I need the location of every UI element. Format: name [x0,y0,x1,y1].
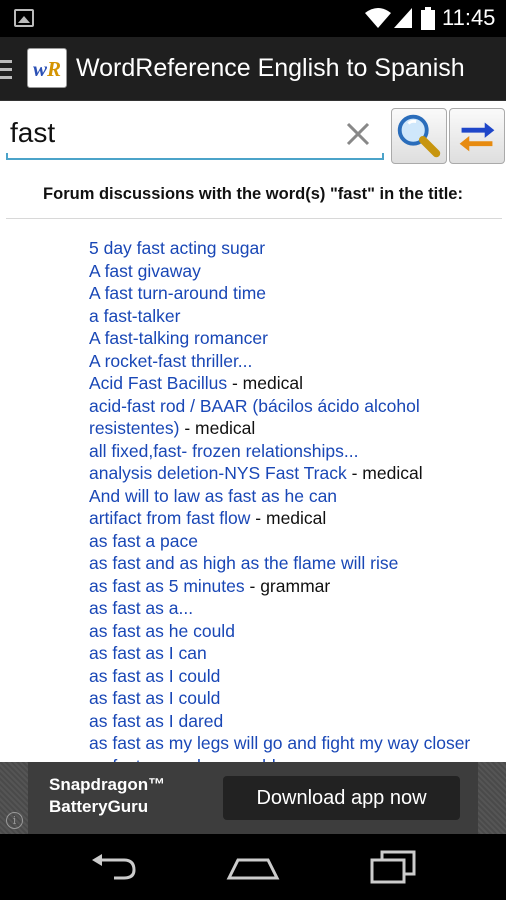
wifi-icon [365,8,391,28]
forum-list-item: as fast and as high as the flame will ri… [89,552,501,575]
recent-apps-icon[interactable] [370,850,416,884]
forum-thread-link[interactable]: as fast as he could [89,621,235,641]
forum-list-item: as fast as my legs will go and fight my … [89,732,501,755]
forum-list-item: Acid Fast Bacillus - medical [89,372,501,395]
forum-list-item: artifact from fast flow - medical [89,507,501,530]
forum-thread-link[interactable]: all fixed,fast- frozen relationships... [89,441,358,461]
forum-list-item: as fast as he could [89,620,501,643]
forum-list-item: as fast as a... [89,597,501,620]
forum-thread-link[interactable]: A fast turn-around time [89,283,266,303]
forum-thread-link[interactable]: as fast as I can [89,643,207,663]
forum-list-item: A fast-talking romancer [89,327,501,350]
forum-thread-link[interactable]: as fast as I dared [89,711,223,731]
search-input[interactable] [10,115,286,151]
forum-list-item: as fast as I could [89,665,501,688]
forum-list-item: as fast as 5 minutes - grammar [89,575,501,598]
forum-list-item: And will to law as fast as he can [89,485,501,508]
ad-info-icon[interactable]: i [6,812,23,829]
forum-list-item: as fast a pace [89,530,501,553]
search-button[interactable] [391,108,447,164]
forum-list-item: acid-fast rod / BAAR (bácilos ácido alco… [89,395,501,440]
status-bar: 11:45 [0,0,506,37]
forum-list-item: a fast-talker [89,305,501,328]
forum-category-tag: - medical [227,373,303,393]
forum-heading: Forum discussions with the word(s) "fast… [43,185,463,203]
forum-thread-link[interactable]: And will to law as fast as he can [89,486,337,506]
forum-thread-link[interactable]: as fast as my legs will go and fight my … [89,733,470,753]
forum-list-item: A rocket-fast thriller... [89,350,501,373]
app-title: WordReference English to Spanish [76,54,465,82]
ad-brand: Snapdragon™ BatteryGuru [49,775,166,816]
forum-thread-link[interactable]: as fast as I could [89,688,220,708]
signal-icon [394,8,412,28]
swap-language-button[interactable] [449,108,505,164]
forum-thread-link[interactable]: artifact from fast flow [89,508,250,528]
forum-category-tag: - grammar [244,575,331,596]
forum-thread-link[interactable]: as fast and as high as the flame will ri… [89,553,398,573]
download-app-button[interactable]: Download app now [223,776,460,820]
forum-thread-link[interactable]: as fast as 5 minutes [89,576,245,596]
forum-thread-link[interactable]: a fast-talker [89,306,180,326]
search-underline [6,153,384,160]
search-bar [0,101,506,171]
home-icon[interactable] [226,852,280,882]
clock: 11:45 [442,5,496,30]
magnifier-icon [397,114,441,158]
forum-list-item: as fast as I can [89,642,501,665]
forum-thread-link[interactable]: as fast as a... [89,598,193,618]
gallery-icon [14,9,34,27]
action-bar: wR WordReference English to Spanish [0,37,506,101]
forum-thread-link[interactable]: A fast givaway [89,261,201,281]
forum-list-item: 5 day fast acting sugar [89,237,501,260]
swap-arrows-icon [459,122,495,152]
forum-thread-link[interactable]: A rocket-fast thriller... [89,351,252,371]
navigation-bar [0,834,506,900]
forum-thread-link[interactable]: 5 day fast acting sugar [89,238,265,258]
forum-category-tag: - medical [346,463,423,483]
divider [6,218,502,219]
forum-list-item: as fast as I dared [89,710,501,733]
forum-category-tag: - medical [179,418,256,438]
forum-thread-link[interactable]: A fast-talking romancer [89,328,268,348]
forum-list-item: A fast turn-around time [89,282,501,305]
forum-thread-link[interactable]: as fast a pace [89,531,198,551]
forum-list-item: A fast givaway [89,260,501,283]
forum-list-item: as fast as my legs could [89,755,501,763]
app-logo[interactable]: wR [27,48,67,88]
forum-thread-link[interactable]: Acid Fast Bacillus [89,373,227,393]
back-icon[interactable] [88,852,138,882]
forum-thread-link[interactable]: analysis deletion-NYS Fast Track [89,463,347,483]
ad-banner[interactable]: Snapdragon™ BatteryGuru Download app now… [0,762,506,834]
forum-list-item: as fast as I could [89,687,501,710]
battery-icon [421,7,435,30]
forum-category-tag: - medical [250,508,327,528]
forum-list-item: all fixed,fast- frozen relationships... [89,440,501,463]
results-panel: Forum discussions with the word(s) "fast… [0,171,506,762]
drawer-menu-icon[interactable] [0,60,12,80]
forum-list: 5 day fast acting sugar A fast givaway A f… [89,237,501,762]
forum-thread-link[interactable]: as fast as I could [89,666,220,686]
clear-icon[interactable] [344,120,372,148]
forum-list-item: analysis deletion-NYS Fast Track - medic… [89,462,501,485]
